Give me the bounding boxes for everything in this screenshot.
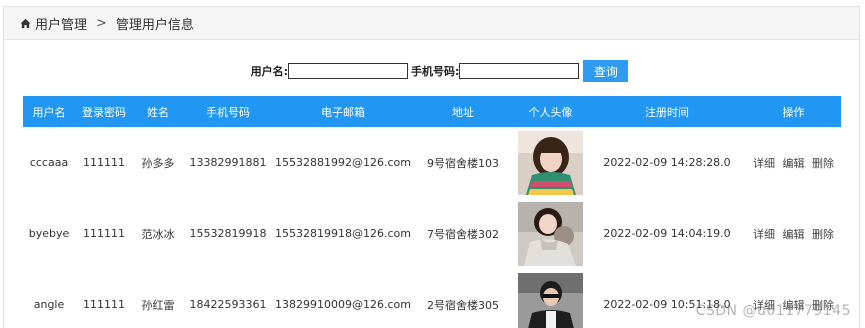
table-header-row: 用户名 登录密码 姓名 手机号码 电子邮箱 地址 个人头像 注册时间 操作: [23, 96, 841, 127]
col-email-header: 电子邮箱: [321, 105, 365, 119]
phone-input[interactable]: [459, 63, 580, 79]
col-password-header: 登录密码: [82, 105, 126, 119]
delete-link[interactable]: 删除: [812, 157, 834, 170]
col-avatar-header: 个人头像: [528, 105, 573, 119]
edit-link[interactable]: 编辑: [783, 228, 805, 241]
edit-link[interactable]: 编辑: [783, 157, 805, 170]
breadcrumb-current: 管理用户信息: [115, 17, 194, 33]
cell-email: 13829910009@126.com: [275, 298, 411, 311]
search-button[interactable]: 查询: [583, 60, 629, 82]
page-frame: 用户管理 > 管理用户信息 用户名: 手机号码: 查询 用户名 登录密码 姓名 …: [3, 6, 860, 328]
cell-username: cccaaa: [29, 156, 69, 169]
table-row: byebye 111111 范冰冰 15532819918 1553281991…: [23, 198, 841, 269]
cell-email: 15532819918@126.com: [275, 227, 411, 240]
cell-username: byebye: [28, 227, 70, 240]
username-input[interactable]: [288, 63, 408, 79]
watermark: CSDN @u011779145: [695, 303, 851, 319]
col-actions-header: 操作: [782, 105, 805, 119]
breadcrumb-section[interactable]: 用户管理: [35, 14, 87, 33]
cell-registered: 2022-02-09 14:28:28.0: [603, 156, 731, 169]
cell-address: 9号宿舍楼103: [427, 156, 499, 170]
detail-link[interactable]: 详细: [753, 157, 775, 170]
cell-username: angle: [33, 298, 65, 311]
cell-phone: 15532819918: [189, 227, 267, 240]
cell-password: 111111: [83, 156, 125, 169]
breadcrumb-separator: >: [96, 15, 107, 31]
cell-phone: 18422593361: [189, 298, 267, 311]
cell-actions: 详细 编辑 删除: [746, 198, 841, 269]
cell-password: 111111: [83, 298, 125, 311]
cell-password: 111111: [83, 227, 125, 240]
cell-actions: 详细 编辑 删除: [746, 127, 841, 198]
home-icon[interactable]: [20, 18, 31, 29]
table-row: cccaaa 111111 孙多多 13382991881 1553288199…: [23, 127, 841, 198]
detail-link[interactable]: 详细: [753, 228, 775, 241]
avatar: [518, 201, 583, 266]
col-username-header: 用户名: [32, 105, 66, 119]
col-name-header: 姓名: [147, 105, 169, 119]
phone-label: 手机号码:: [411, 65, 460, 78]
username-label: 用户名:: [250, 65, 288, 78]
cell-address: 7号宿舍楼302: [427, 227, 499, 241]
cell-name: 孙红雷: [141, 298, 175, 312]
cell-phone: 13382991881: [189, 156, 267, 169]
cell-avatar: [513, 198, 588, 269]
cell-address: 2号宿舍楼305: [427, 298, 499, 312]
avatar: [518, 130, 583, 195]
cell-name: 孙多多: [141, 156, 175, 170]
col-phone-header: 手机号码: [206, 105, 250, 119]
col-address-header: 地址: [452, 105, 474, 119]
search-form: 用户名: 手机号码: 查询: [4, 60, 859, 82]
cell-email: 15532881992@126.com: [275, 156, 411, 169]
delete-link[interactable]: 删除: [812, 228, 834, 241]
cell-actions: 详细 编辑 删除: [746, 269, 841, 328]
avatar: [518, 272, 583, 328]
table-row: angle 111111 孙红雷 18422593361 13829910009…: [23, 269, 841, 328]
breadcrumb: 用户管理 > 管理用户信息: [4, 7, 859, 40]
cell-avatar: [513, 269, 588, 328]
cell-registered: 2022-02-09 14:04:19.0: [603, 227, 731, 240]
cell-name: 范冰冰: [141, 227, 175, 241]
col-registered-header: 注册时间: [645, 105, 689, 119]
users-table: 用户名 登录密码 姓名 手机号码 电子邮箱 地址 个人头像 注册时间 操作 cc…: [23, 96, 841, 328]
cell-avatar: [513, 127, 588, 198]
cell-registered: 2022-02-09 10:51:18.0: [603, 298, 731, 311]
